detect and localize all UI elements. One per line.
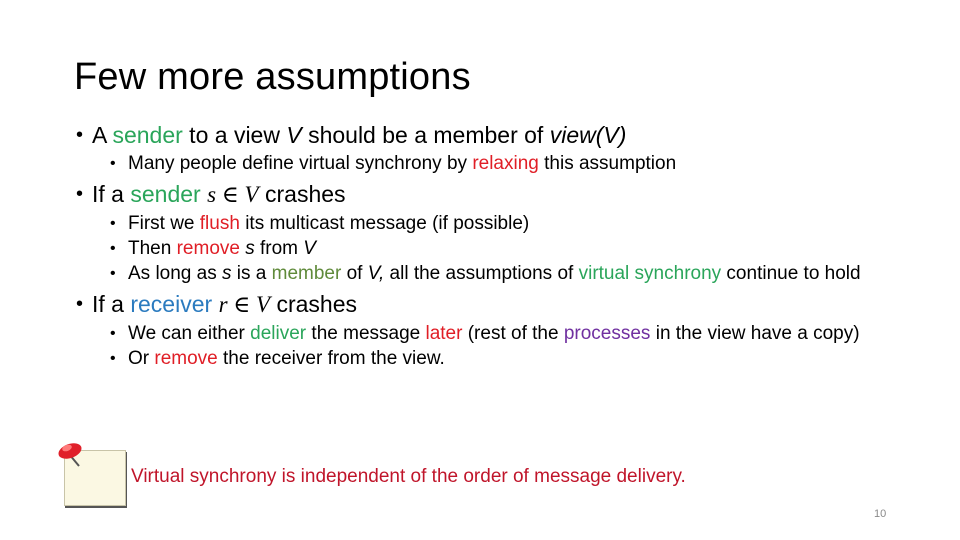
- text: Then: [128, 238, 177, 259]
- text: continue to hold: [721, 263, 861, 284]
- text: of: [341, 263, 368, 284]
- text: to a view: [182, 122, 287, 148]
- bullet-receiver-crashes: If a receiver r ∈ V crashes: [70, 289, 870, 320]
- highlight-relaxing: relaxing: [472, 153, 539, 174]
- bullet-sender-crashes: If a sender s ∈ V crashes: [70, 179, 870, 210]
- highlight-remove: remove: [154, 348, 218, 369]
- text: from: [254, 238, 304, 259]
- text: (rest of the: [462, 323, 564, 344]
- math-v: V: [286, 122, 302, 148]
- text: If a: [92, 181, 131, 207]
- math-r-in-v: r ∈ V: [218, 292, 271, 317]
- highlight-receiver: receiver: [130, 291, 213, 317]
- sub-bullet-flush: First we flush its multicast message (if…: [70, 212, 870, 235]
- highlight-later: later: [425, 323, 463, 344]
- text: First we: [128, 213, 200, 234]
- note-text: Virtual synchrony is independent of the …: [131, 466, 686, 487]
- page-number: 10: [874, 508, 887, 520]
- text: crashes: [270, 291, 358, 317]
- text: in the view have a copy): [650, 323, 860, 344]
- text: crashes: [258, 181, 346, 207]
- math-v: V,: [367, 263, 385, 284]
- highlight-deliver: deliver: [250, 323, 307, 344]
- text: Many people define virtual synchrony by: [128, 153, 473, 174]
- text: is a: [231, 263, 272, 284]
- math-v: V: [303, 238, 316, 259]
- text: If a: [92, 291, 131, 317]
- slide-title: Few more assumptions: [74, 56, 471, 98]
- text: We can either: [128, 323, 251, 344]
- text: A: [92, 122, 113, 148]
- bullet-sender-membership: A sender to a view V should be a member …: [70, 120, 870, 150]
- text: its multicast message (if possible): [239, 213, 530, 234]
- pushpin-icon: [58, 443, 82, 467]
- text: all the assumptions of: [384, 263, 579, 284]
- sub-bullet-remove-s: Then remove s from V: [70, 237, 870, 260]
- math-s-in-v: s ∈ V: [207, 182, 259, 207]
- highlight-remove: remove: [176, 238, 240, 259]
- sub-bullet-remove-receiver: Or remove the receiver from the view.: [70, 347, 870, 370]
- text: the message: [306, 323, 426, 344]
- text: Or: [128, 348, 155, 369]
- math-s: s: [222, 263, 232, 284]
- bullet-list: A sender to a view V should be a member …: [70, 120, 870, 370]
- highlight-processes: processes: [563, 323, 651, 344]
- highlight-virtual-synchrony: virtual synchrony: [578, 263, 722, 284]
- sub-bullet-member: As long as s is a member of V, all the a…: [70, 262, 870, 285]
- text: should be a member of: [301, 122, 550, 148]
- highlight-flush: flush: [199, 213, 240, 234]
- text: this assumption: [538, 153, 677, 174]
- sub-bullet-deliver-later: We can either deliver the message later …: [70, 322, 870, 345]
- highlight-member: member: [271, 263, 342, 284]
- highlight-sender: sender: [130, 181, 201, 207]
- math-view-v: view(V): [549, 122, 627, 148]
- sub-bullet-relaxing: Many people define virtual synchrony by …: [70, 152, 870, 175]
- text: the receiver from the view.: [217, 348, 445, 369]
- highlight-sender: sender: [112, 122, 183, 148]
- text: As long as: [128, 263, 222, 284]
- math-s: s: [245, 238, 255, 259]
